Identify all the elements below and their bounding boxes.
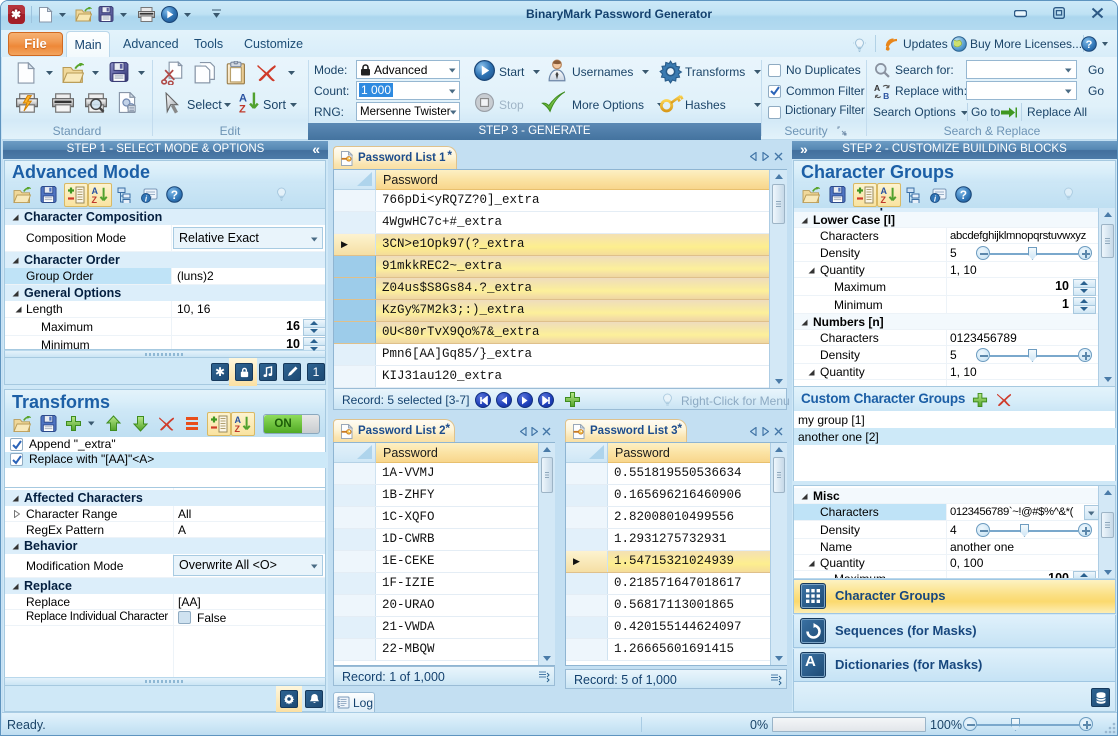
svg-text:?: ? — [960, 189, 967, 202]
svg-text:?: ? — [171, 189, 178, 202]
svg-text:B: B — [883, 91, 889, 100]
svg-text:✱: ✱ — [11, 8, 21, 22]
svg-text:A: A — [874, 83, 880, 93]
svg-text:Z: Z — [880, 195, 886, 204]
svg-text:?: ? — [1086, 39, 1093, 51]
svg-text:Z: Z — [91, 195, 97, 204]
svg-text:Z: Z — [239, 103, 246, 114]
svg-text:Z: Z — [234, 424, 240, 433]
